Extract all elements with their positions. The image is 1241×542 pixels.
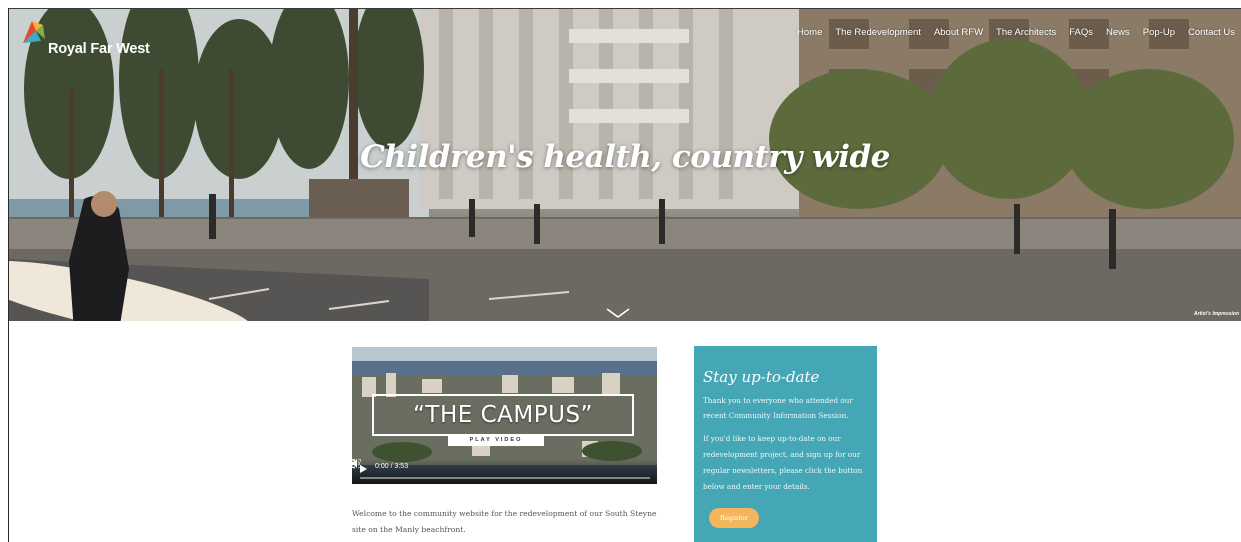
register-button[interactable]: Register: [709, 508, 759, 528]
video-title-frame: “THE CAMPUS”: [372, 394, 634, 436]
brand-name: Royal Far West: [48, 41, 150, 57]
hero-title: Children's health, country wide: [360, 139, 890, 175]
play-video-label[interactable]: PLAY VIDEO: [448, 435, 544, 446]
play-icon[interactable]: [360, 465, 367, 473]
video-controls: 0:00 / 3:53: [352, 459, 657, 484]
nav-home[interactable]: Home: [797, 27, 822, 38]
panel-signup-text: If you'd like to keep up-to-date on our …: [703, 434, 863, 491]
nav-faqs[interactable]: FAQs: [1069, 27, 1093, 38]
video-title: “THE CAMPUS”: [413, 402, 593, 428]
panel-thanks-text: Thank you to everyone who attended our r…: [703, 396, 853, 420]
logo-mark-icon: [23, 21, 45, 43]
artist-impression-caption: Artist's Impression: [1193, 311, 1239, 317]
stay-up-to-date-panel: Stay up-to-date Thank you to everyone wh…: [694, 346, 877, 542]
chevron-down-icon[interactable]: [606, 307, 630, 319]
welcome-text: Welcome to the community website for the…: [352, 509, 657, 534]
nav-about-rfw[interactable]: About RFW: [934, 27, 983, 38]
nav-the-redevelopment[interactable]: The Redevelopment: [835, 27, 921, 38]
hero-banner: Royal Far West Home The Redevelopment Ab…: [9, 9, 1241, 321]
panel-title: Stay up-to-date: [703, 368, 820, 386]
video-time: 0:00 / 3:53: [375, 463, 409, 470]
more-options-icon[interactable]: [352, 459, 356, 469]
main-nav: Home The Redevelopment About RFW The Arc…: [784, 27, 1235, 38]
nav-contact-us[interactable]: Contact Us: [1188, 27, 1235, 38]
brand-logo[interactable]: Royal Far West: [19, 13, 159, 63]
nav-the-architects[interactable]: The Architects: [996, 27, 1056, 38]
nav-pop-up[interactable]: Pop-Up: [1143, 27, 1175, 38]
video-progress-bar[interactable]: [360, 477, 650, 479]
nav-news[interactable]: News: [1106, 27, 1130, 38]
video-player[interactable]: “THE CAMPUS” PLAY VIDEO 0:00 / 3:53: [352, 347, 657, 484]
